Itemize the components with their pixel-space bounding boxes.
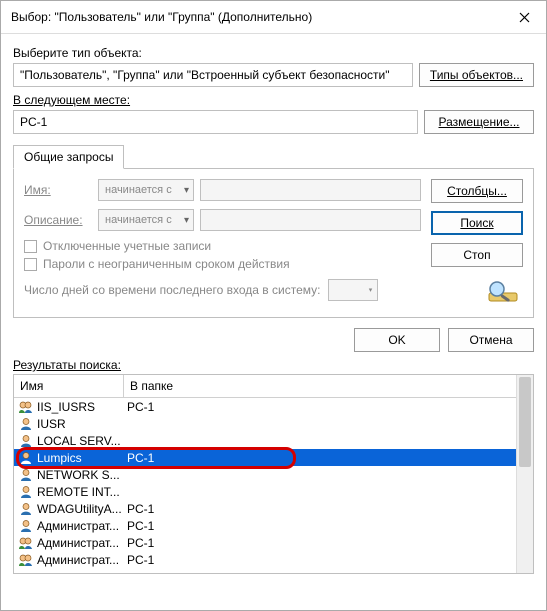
find-now-button[interactable]: Поиск [431, 211, 523, 235]
nonexpiring-passwords-label: Пароли с неограниченным сроком действия [43, 257, 290, 271]
user-icon [18, 485, 34, 499]
list-item-folder: PC-1 [123, 553, 533, 567]
list-item[interactable]: REMOTE INT... [14, 483, 533, 500]
nonexpiring-passwords-checkbox[interactable] [24, 258, 37, 271]
list-item-folder: PC-1 [123, 536, 533, 550]
group-icon [18, 553, 34, 567]
list-item[interactable]: Администрат...PC-1 [14, 534, 533, 551]
chevron-down-icon: ▾ [184, 215, 189, 226]
description-match-combo[interactable]: начинается с▾ [98, 209, 194, 231]
close-icon [519, 12, 530, 23]
search-icon [483, 275, 523, 307]
list-item-name: NETWORK S... [37, 468, 123, 482]
tab-strip: Общие запросы [13, 144, 534, 169]
list-item-folder: PC-1 [123, 451, 533, 465]
chevron-down-icon: ▾ [184, 185, 189, 196]
results-list[interactable]: Имя В папке IIS_IUSRSPC-1IUSRLOCAL SERV.… [13, 374, 534, 574]
columns-button[interactable]: Столбцы... [431, 179, 523, 203]
list-item-folder: PC-1 [123, 502, 533, 516]
list-item-name: WDAGUtilityA... [37, 502, 123, 516]
list-item-name: IUSR [37, 417, 123, 431]
user-icon [18, 519, 34, 533]
list-item-name: REMOTE INT... [37, 485, 123, 499]
list-item[interactable]: IUSR [14, 415, 533, 432]
name-label: Имя: [24, 183, 92, 197]
group-icon [18, 400, 34, 414]
name-input[interactable] [200, 179, 421, 201]
description-label: Описание: [24, 213, 92, 227]
disabled-accounts-checkbox[interactable] [24, 240, 37, 253]
column-header-name[interactable]: Имя [14, 375, 124, 397]
list-item[interactable]: Администрат...PC-1 [14, 551, 533, 568]
scrollbar-thumb[interactable] [519, 377, 531, 467]
list-item-folder: PC-1 [123, 519, 533, 533]
user-icon [18, 502, 34, 516]
list-item-folder: PC-1 [123, 400, 533, 414]
results-label: Результаты поиска: [13, 358, 534, 372]
name-match-combo[interactable]: начинается с▾ [98, 179, 194, 201]
ok-button[interactable]: OK [354, 328, 440, 352]
stop-button[interactable]: Стоп [431, 243, 523, 267]
list-item-name: Администрат... [37, 553, 123, 567]
titlebar: Выбор: "Пользователь" или "Группа" (Допо… [1, 1, 546, 34]
days-since-logon-combo[interactable]: ▾ [328, 279, 378, 301]
user-icon [18, 434, 34, 448]
days-since-logon-label: Число дней со времени последнего входа в… [24, 283, 320, 297]
close-button[interactable] [510, 7, 538, 27]
user-icon [18, 451, 34, 465]
object-type-label: Выберите тип объекта: [13, 46, 534, 60]
disabled-accounts-label: Отключенные учетные записи [43, 239, 211, 253]
list-item-name: Администрат... [37, 519, 123, 533]
chevron-down-icon: ▾ [363, 286, 377, 294]
list-item[interactable]: Администрат...PC-1 [14, 517, 533, 534]
list-item[interactable]: LumpicsPC-1 [14, 449, 533, 466]
list-item[interactable]: WDAGUtilityA...PC-1 [14, 500, 533, 517]
tab-common-queries[interactable]: Общие запросы [13, 145, 124, 169]
list-item[interactable]: NETWORK S... [14, 466, 533, 483]
user-icon [18, 417, 34, 431]
location-button[interactable]: Размещение... [424, 110, 534, 134]
list-item-name: Администрат... [37, 536, 123, 550]
list-item-name: IIS_IUSRS [37, 400, 123, 414]
cancel-button[interactable]: Отмена [448, 328, 534, 352]
list-header[interactable]: Имя В папке [14, 375, 533, 398]
list-item-name: LOCAL SERV... [37, 434, 123, 448]
location-field[interactable]: PC-1 [13, 110, 418, 134]
column-header-folder[interactable]: В папке [124, 375, 533, 397]
list-item[interactable]: IIS_IUSRSPC-1 [14, 398, 533, 415]
object-type-field[interactable]: "Пользователь", "Группа" или "Встроенный… [13, 63, 413, 87]
description-input[interactable] [200, 209, 421, 231]
object-types-button[interactable]: Типы объектов... [419, 63, 534, 87]
window-title: Выбор: "Пользователь" или "Группа" (Допо… [11, 10, 312, 24]
list-item[interactable]: LOCAL SERV... [14, 432, 533, 449]
location-label: В следующем месте: [13, 93, 534, 107]
scrollbar[interactable] [516, 375, 533, 573]
list-item-name: Lumpics [37, 451, 123, 465]
query-group: Имя: начинается с▾ Описание: начинается … [13, 169, 534, 318]
group-icon [18, 536, 34, 550]
user-icon [18, 468, 34, 482]
